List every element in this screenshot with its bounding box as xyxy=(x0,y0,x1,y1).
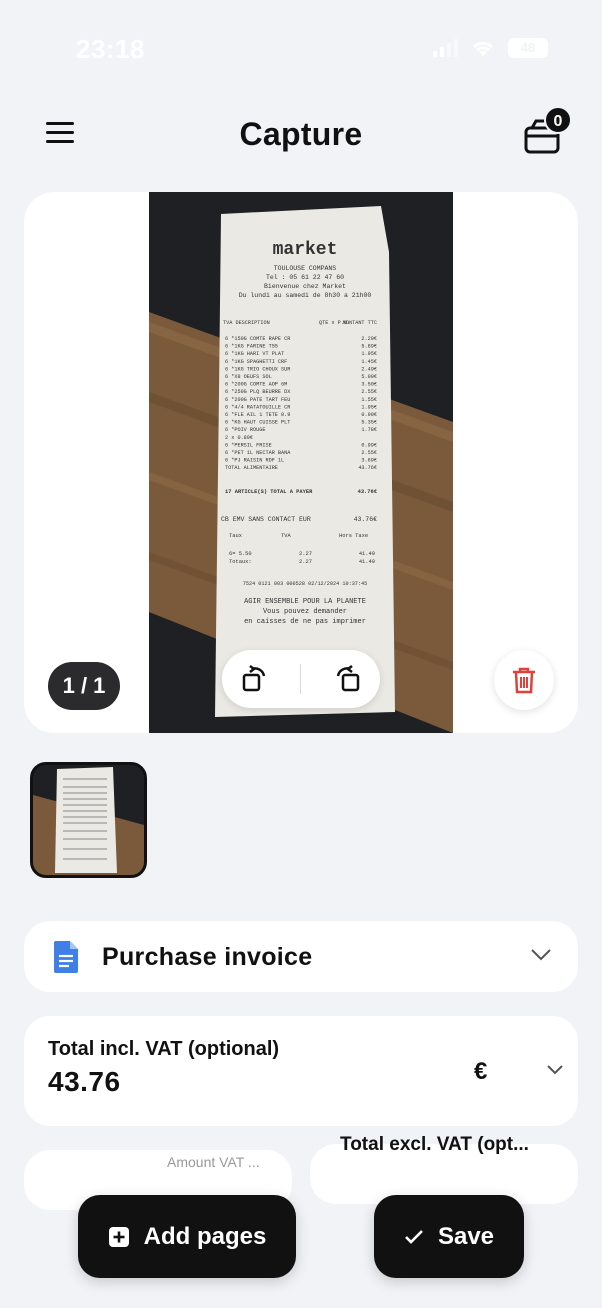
signal-icon xyxy=(433,39,458,57)
receipt-address-line: Du lundi au samedi de 8h30 a 21h00 xyxy=(239,292,372,299)
receipt-footer: 7524 0121 003 000528 02/12/2024 10:37:45 xyxy=(243,581,368,587)
receipt-item-amount: 1.95€ xyxy=(361,404,377,410)
receipt-item-amount: 0.99€ xyxy=(361,442,377,448)
rotate-left-button[interactable] xyxy=(235,659,275,699)
cart-count-badge: 0 xyxy=(544,106,572,134)
receipt-item: 6 *X8 OEUFS SOL xyxy=(225,374,272,380)
receipt-tax-row: 41.49 xyxy=(359,551,375,557)
receipt-item-amount: 2.29€ xyxy=(361,336,377,342)
receipt-tax-total: 2.27 xyxy=(299,559,312,565)
receipt-item: 6 *1KG FARINE T55 xyxy=(225,344,278,350)
save-label: Save xyxy=(437,1222,495,1250)
rotate-right-icon xyxy=(336,665,360,692)
receipt-tax-row: 2.27 xyxy=(299,551,312,557)
receipt-payment-amount: 43.76€ xyxy=(354,516,378,523)
receipt-address-line: Tel : 05 61 22 47 60 xyxy=(266,274,344,281)
receipt-item: 6 *200G PATE TART FEU xyxy=(225,397,290,403)
document-icon xyxy=(54,941,78,973)
receipt-tax-header: TVA xyxy=(281,533,291,539)
receipt-item-amount: 2.49€ xyxy=(361,366,377,372)
save-button[interactable]: Save xyxy=(374,1195,524,1278)
receipt-item: 6 *FLE AIL 1 TETE 0.9 xyxy=(225,412,290,418)
receipt-item: 6 *4/4 RATATOUILLE CR xyxy=(225,404,290,410)
receipt-item: 6 *1KG TRIO CHOUX SUR xyxy=(225,366,290,372)
receipt-column-header: TVA DESCRIPTION xyxy=(223,320,270,326)
battery-icon: 48 xyxy=(508,38,548,58)
receipt-item-amount: 1.45€ xyxy=(361,359,377,365)
page-indicator: 1 / 1 xyxy=(48,662,120,710)
preview-card: market TOULOUSE COMPANS Tel : 05 61 22 47 … xyxy=(24,192,578,733)
receipt-item: 6 *250G PLQ BEURRE DX xyxy=(225,389,291,395)
amount-vat-label: Amount VAT ... xyxy=(167,1154,260,1170)
receipt-total-line: 17 ARTICLE(S) TOTAL A PAYER xyxy=(225,489,313,495)
check-icon xyxy=(405,1229,423,1244)
receipt-item-amount: 2.55€ xyxy=(361,389,377,395)
add-pages-label: Add pages xyxy=(143,1222,267,1250)
trash-icon xyxy=(513,667,535,694)
document-type-label: Purchase invoice xyxy=(102,943,313,971)
receipt-slogan: en caisses de ne pas imprimer xyxy=(244,618,366,626)
receipt-address-line: Bienvenue chez Market xyxy=(264,283,346,290)
receipt-item: 6 *POIV ROUGE xyxy=(225,427,265,433)
page-title: Capture xyxy=(239,116,363,152)
receipt-tax-header: Taux xyxy=(229,533,242,539)
total-incl-vat-input[interactable] xyxy=(48,1066,348,1098)
receipt-item-amount: 5.89€ xyxy=(361,344,377,350)
receipt-item: 6 *PERSIL FRISE xyxy=(225,442,272,448)
receipt-item-amount: 0.99€ xyxy=(361,412,377,418)
receipt-item: 6 *150G COMTE RAPE CR xyxy=(225,336,290,342)
receipt-item-amount: 1.78€ xyxy=(361,427,377,433)
add-pages-button[interactable]: Add pages xyxy=(78,1195,296,1278)
rotate-left-icon xyxy=(242,665,266,692)
receipt-item-amount: 43.76€ xyxy=(358,465,377,471)
receipt-item-amount: 3.69€ xyxy=(361,458,377,464)
receipt-store-name: market xyxy=(273,240,338,260)
receipt-item-amount: 1.55€ xyxy=(361,397,377,403)
receipt-item: 2 x 0.89€ xyxy=(225,435,253,441)
total-incl-vat-label: Total incl. VAT (optional) xyxy=(48,1038,280,1060)
receipt-item-amount: 5.35€ xyxy=(361,420,377,426)
rotate-right-button[interactable] xyxy=(327,659,367,699)
status-icons: 48 xyxy=(433,38,548,58)
receipt-item: 6 *200G COMTE AOP 6M xyxy=(225,382,287,388)
total-excl-vat-label: Total excl. VAT (opt... xyxy=(340,1134,529,1155)
receipt-payment: CB EMV SANS CONTACT EUR xyxy=(221,516,311,523)
total-incl-vat-field[interactable]: Total incl. VAT (optional) € xyxy=(24,1016,578,1126)
plus-square-icon xyxy=(108,1226,129,1247)
page-thumbnail[interactable] xyxy=(30,762,147,878)
receipt-item-amount: 3.50€ xyxy=(361,382,377,388)
receipt-tax-total: Totaux: xyxy=(229,559,252,565)
header: Capture 0 xyxy=(0,100,602,170)
receipt-item-amount: 2.55€ xyxy=(361,450,377,456)
receipt-address-line: TOULOUSE COMPANS xyxy=(274,265,337,272)
receipt-tax-row: 6= 5.50 xyxy=(229,551,252,557)
receipt-tax-header: Hors Taxe xyxy=(339,533,368,539)
receipt-item-amount: 1.95€ xyxy=(361,351,377,357)
document-type-select[interactable]: Purchase invoice xyxy=(24,921,578,992)
receipt-item: 6 *1KG HARI VT PLAT xyxy=(225,351,284,357)
wifi-icon xyxy=(472,41,494,56)
receipt-item-amount: 5.09€ xyxy=(361,374,377,380)
delete-page-button[interactable] xyxy=(494,650,554,710)
status-bar: 23:18 48 xyxy=(0,0,602,100)
receipt-slogan: AGIR ENSEMBLE POUR LA PLANETE xyxy=(244,598,366,606)
currency-chevron-icon[interactable] xyxy=(546,1064,564,1076)
receipt-item: 6 *KG HAUT CUISSE PLT xyxy=(225,420,290,426)
currency-symbol[interactable]: € xyxy=(474,1058,487,1086)
chevron-down-icon xyxy=(531,949,551,961)
receipt-item: 6 *1KG SPAGHETTI CRF xyxy=(225,359,287,365)
receipt-column-header: MONTANT TTC xyxy=(343,320,377,326)
receipt-total-amount: 43.76€ xyxy=(358,489,378,495)
status-time: 23:18 xyxy=(76,34,145,64)
receipt-tax-total: 41.49 xyxy=(359,559,375,565)
rotate-controls xyxy=(222,650,380,708)
receipt-item: 6 *PET 1L NECTAR BANA xyxy=(225,450,291,456)
receipt-slogan: Vous pouvez demander xyxy=(263,608,347,616)
receipt-item: TOTAL ALIMENTAIRE xyxy=(225,465,278,471)
receipt-item: 6 *PJ RAISIN RDF 1L xyxy=(225,458,284,464)
